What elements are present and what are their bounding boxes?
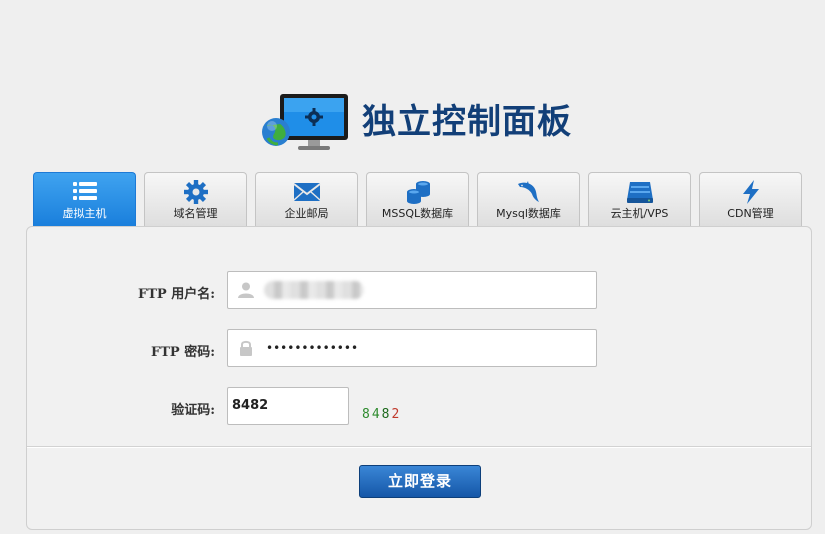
tab-label: 云主机/VPS (610, 207, 669, 220)
tab-domain[interactable]: 域名管理 (144, 172, 247, 226)
captcha-input-value: 8482 (232, 398, 269, 413)
captcha-char: 8 (362, 407, 372, 422)
password-label: FTP 密码: (150, 345, 215, 360)
dolphin-icon (517, 181, 539, 202)
captcha-char: 4 (371, 407, 382, 422)
user-icon (238, 282, 254, 298)
lightning-icon (742, 180, 759, 204)
captcha-char: 2 (391, 407, 402, 422)
captcha-char: 8 (381, 407, 392, 422)
tab-bar: 虚拟主机 域名管理 企业邮局 MSSQL数据库 Mysql数据库 云主机/VPS… (33, 172, 813, 226)
monitor-globe-gear-icon (262, 94, 348, 150)
page-title: 独立控制面板 (362, 102, 572, 142)
tab-label: 企业邮局 (284, 207, 329, 220)
tab-mssql[interactable]: MSSQL数据库 (366, 172, 469, 226)
tab-label: CDN管理 (727, 207, 774, 220)
panel-divider (27, 446, 811, 448)
tab-vps[interactable]: 云主机/VPS (588, 172, 691, 226)
captcha-image[interactable]: 8482 (362, 407, 401, 423)
username-value-redacted (264, 281, 364, 299)
tab-cdn[interactable]: CDN管理 (699, 172, 802, 226)
gear-icon (183, 180, 208, 204)
password-input[interactable]: ••••••••••••• (227, 329, 597, 367)
tab-label: 域名管理 (173, 207, 218, 220)
lock-icon (240, 340, 252, 356)
tab-label: Mysql数据库 (496, 207, 561, 220)
login-button[interactable]: 立即登录 (359, 465, 481, 498)
tab-label: MSSQL数据库 (381, 207, 454, 220)
tab-mail[interactable]: 企业邮局 (255, 172, 358, 226)
header: 独立控制面板 (258, 88, 598, 158)
password-value: ••••••••••••• (266, 341, 359, 355)
tab-label: 虚拟主机 (62, 207, 107, 220)
captcha-label: 验证码: (171, 403, 215, 418)
list-icon (72, 182, 97, 200)
server-icon (626, 182, 653, 203)
username-label: FTP 用户名: (137, 287, 215, 302)
envelope-icon (292, 183, 321, 201)
login-panel: FTP 用户名: FTP 密码: ••••••••••••• 验证码: 8482… (26, 226, 812, 530)
database-icon (406, 181, 430, 204)
tab-virtual-host[interactable]: 虚拟主机 (33, 172, 136, 226)
tab-mysql[interactable]: Mysql数据库 (477, 172, 580, 226)
username-input[interactable] (227, 271, 597, 309)
captcha-input[interactable]: 8482 (227, 387, 349, 425)
